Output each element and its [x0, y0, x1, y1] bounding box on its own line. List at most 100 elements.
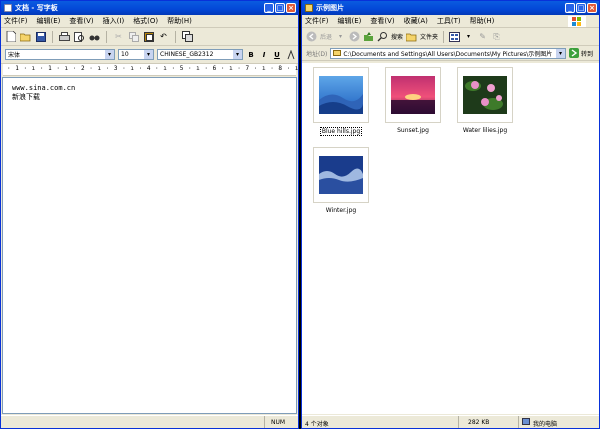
explorer-statusbar: 4 个对象 282 KB 我的电脑 [302, 415, 599, 428]
new-icon[interactable] [5, 31, 16, 42]
status-divider [458, 416, 459, 428]
water-lilies-thumbnail [463, 76, 507, 114]
status-divider [264, 416, 265, 428]
my-computer-icon [522, 418, 530, 425]
status-location: 我的电脑 [533, 421, 558, 428]
back-icon[interactable] [306, 31, 317, 42]
folders-icon[interactable] [406, 31, 417, 42]
file-name[interactable]: Water lilies.jpg [462, 127, 508, 134]
menu-help[interactable]: 帮助(H) [470, 16, 495, 26]
wordpad-window: 文档 - 写字板 _ □ × 文件(F) 编辑(E) 查看(V) 插入(I) 格… [0, 0, 299, 429]
status-num: NUM [271, 419, 286, 426]
winter-thumbnail [319, 156, 363, 194]
maximize-button[interactable]: □ [275, 3, 285, 13]
close-button[interactable]: × [286, 3, 296, 13]
charset-select[interactable]: CHINESE_GB2312 ▾ [157, 49, 243, 60]
find-icon[interactable] [89, 31, 100, 42]
explorer-toolbar: 后退 ▾ 搜索 文件夹 ▾ ✎ ⎘ [302, 28, 599, 46]
italic-button[interactable]: I [259, 50, 269, 60]
chevron-down-icon[interactable]: ▾ [463, 31, 474, 42]
save-icon[interactable] [35, 31, 46, 42]
address-label: 地址(D) [306, 50, 328, 58]
file-item[interactable]: Water lilies.jpg [457, 67, 513, 134]
explorer-title: 示例图片 [316, 4, 344, 12]
wordpad-app-icon [4, 4, 12, 12]
insert-datetime-icon[interactable] [182, 31, 193, 42]
print-preview-icon[interactable] [74, 31, 85, 42]
up-folder-icon[interactable] [363, 31, 374, 42]
menu-view[interactable]: 查看(V) [370, 16, 394, 26]
close-button[interactable]: × [587, 3, 597, 13]
font-name-select[interactable]: 宋体 ▾ [5, 49, 115, 60]
file-name[interactable]: Sunset.jpg [396, 127, 430, 134]
menu-edit[interactable]: 编辑(E) [338, 16, 362, 26]
search-icon[interactable] [377, 31, 388, 42]
wordpad-toolbar: ✂ ↶ [1, 28, 298, 46]
minimize-button[interactable]: _ [264, 3, 274, 13]
file-view[interactable]: Blue hills.jpg Sunset.jpg Water lilies.j… [302, 63, 599, 414]
explorer-window: 示例图片 _ □ × 文件(F) 编辑(E) 查看(V) 收藏(A) 工具(T)… [301, 0, 600, 429]
menu-favorites[interactable]: 收藏(A) [404, 16, 428, 26]
back-label[interactable]: 后退 [320, 32, 332, 41]
chevron-down-icon[interactable]: ▾ [144, 50, 153, 59]
bold-button[interactable]: B [246, 50, 256, 60]
font-name-value: 宋体 [8, 52, 21, 59]
chevron-down-icon[interactable]: ▾ [233, 50, 242, 59]
document-area[interactable]: www.sina.com.cn 新浪下载 [2, 77, 297, 414]
chevron-down-icon[interactable]: ▾ [555, 48, 565, 58]
undo-icon[interactable]: ↶ [158, 31, 169, 42]
color-icon[interactable] [285, 49, 296, 60]
copy-to-icon[interactable]: ⎘ [491, 31, 502, 42]
font-size-value: 10 [121, 51, 129, 58]
menu-tools[interactable]: 工具(T) [437, 16, 461, 26]
menu-file[interactable]: 文件(F) [305, 16, 329, 26]
windows-logo-icon [568, 16, 586, 27]
document-line: 新浪下载 [12, 93, 40, 101]
chevron-down-icon[interactable]: ▾ [105, 50, 114, 59]
views-icon[interactable] [449, 31, 461, 42]
file-item[interactable]: Sunset.jpg [385, 67, 441, 134]
menu-edit[interactable]: 编辑(E) [37, 16, 61, 26]
file-item[interactable]: Winter.jpg [313, 147, 369, 214]
print-icon[interactable] [59, 31, 70, 42]
wordpad-titlebar[interactable]: 文档 - 写字板 _ □ × [1, 1, 298, 15]
folder-icon [305, 4, 313, 12]
underline-button[interactable]: U [272, 50, 282, 60]
copy-icon[interactable] [128, 31, 139, 42]
ruler[interactable]: · 1 · ı · 1 · ı · 2 · ı · 3 · ı · 4 · ı … [3, 64, 299, 76]
menu-format[interactable]: 格式(O) [133, 16, 158, 26]
menu-view[interactable]: 查看(V) [69, 16, 93, 26]
go-arrow-icon [568, 48, 579, 58]
file-item[interactable]: Blue hills.jpg [313, 67, 369, 136]
file-name[interactable]: Winter.jpg [325, 207, 357, 214]
toolbar-separator [443, 30, 445, 43]
menu-insert[interactable]: 插入(I) [103, 16, 125, 26]
open-icon[interactable] [20, 31, 31, 42]
menu-file[interactable]: 文件(F) [4, 16, 28, 26]
ruler-scale: · 1 · ı · 1 · ı · 2 · ı · 3 · ı · 4 · ı … [7, 65, 299, 72]
font-size-select[interactable]: 10 ▾ [118, 49, 154, 60]
minimize-button[interactable]: _ [565, 3, 575, 13]
toolbar-separator [52, 30, 53, 43]
menu-help[interactable]: 帮助(H) [167, 16, 192, 26]
thumbnail-frame [313, 147, 369, 203]
chevron-down-icon[interactable]: ▾ [335, 31, 346, 42]
go-label: 转到 [580, 50, 593, 58]
blue-hills-thumbnail [319, 76, 363, 114]
file-name[interactable]: Blue hills.jpg [319, 127, 363, 136]
folders-label[interactable]: 文件夹 [420, 32, 438, 41]
toolbar-separator [106, 30, 107, 43]
maximize-button[interactable]: □ [576, 3, 586, 13]
forward-icon[interactable] [349, 31, 360, 42]
thumbnail-frame [385, 67, 441, 123]
search-label[interactable]: 搜索 [391, 32, 403, 41]
paste-icon[interactable] [143, 31, 154, 42]
status-divider [518, 416, 519, 428]
wordpad-statusbar: NUM [1, 415, 298, 428]
go-button[interactable]: 转到 [568, 48, 599, 58]
address-input[interactable]: C:\Documents and Settings\All Users\Docu… [330, 47, 566, 59]
address-bar: 地址(D) C:\Documents and Settings\All User… [302, 46, 599, 61]
explorer-titlebar[interactable]: 示例图片 _ □ × [302, 1, 599, 15]
cut-icon[interactable]: ✂ [113, 31, 124, 42]
move-to-icon[interactable]: ✎ [477, 31, 488, 42]
